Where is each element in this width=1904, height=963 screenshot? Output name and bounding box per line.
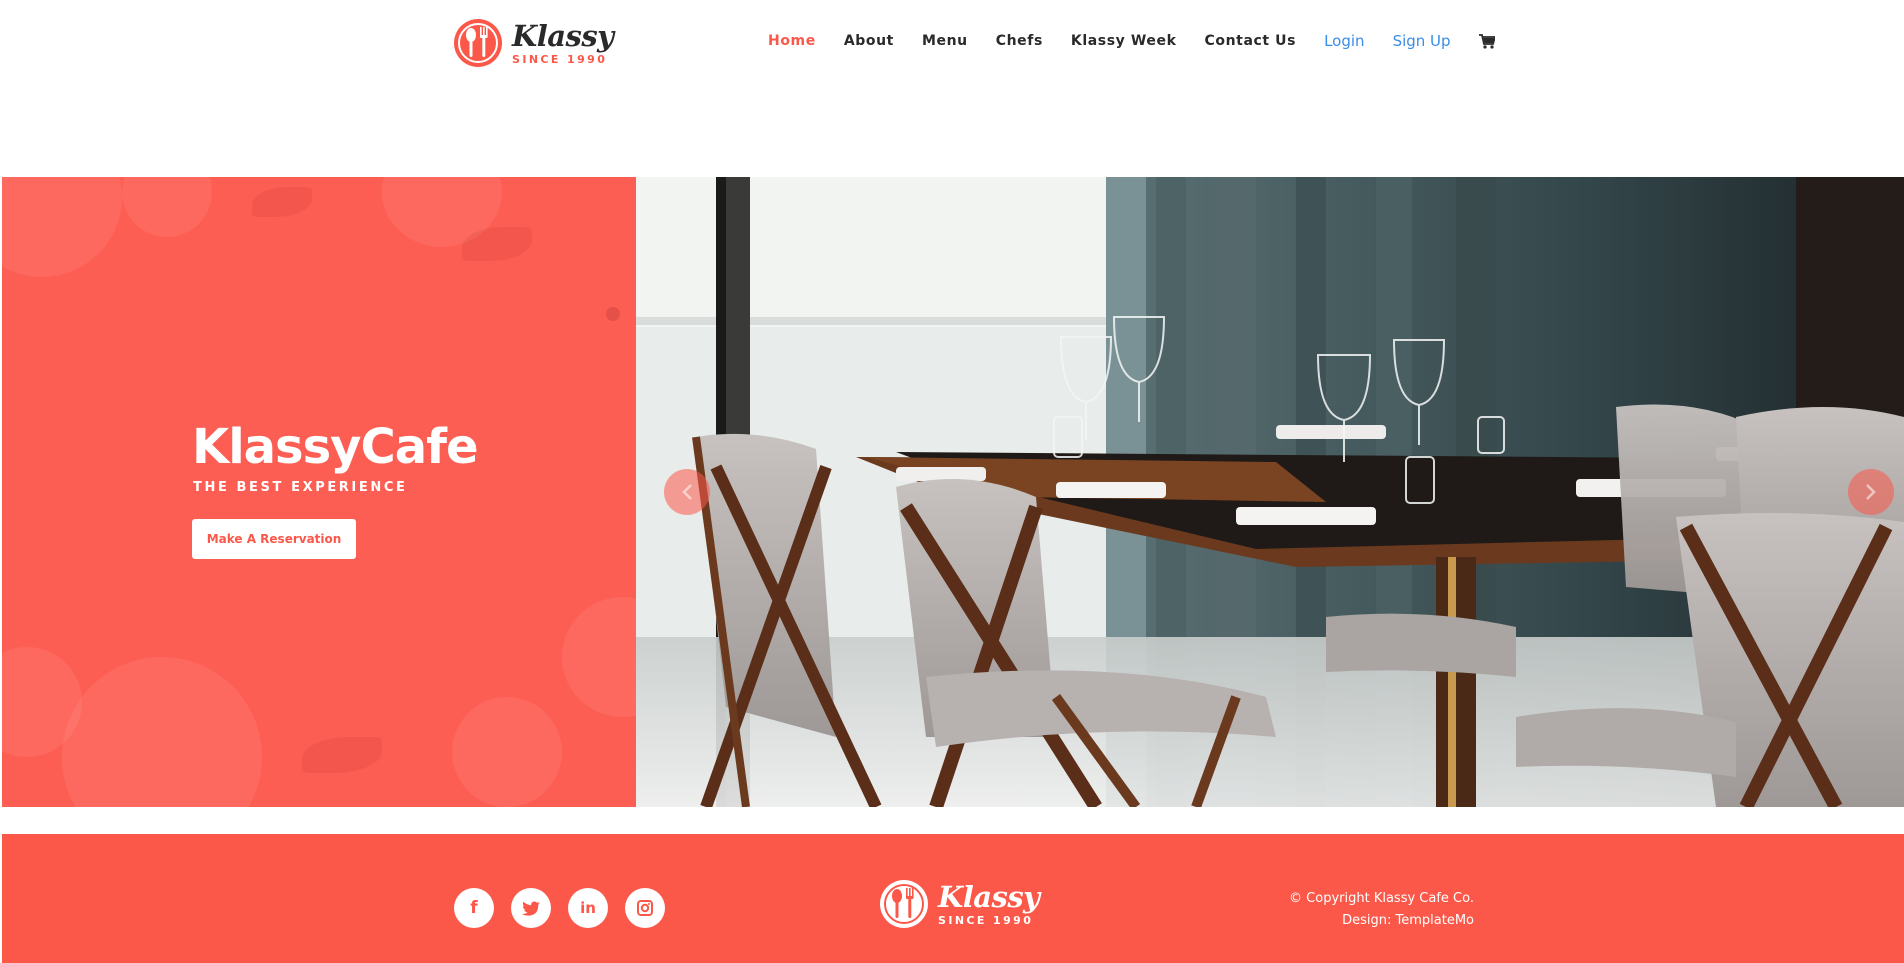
site-footer: f in Klassy SINCE 1990 © Copyright Klass… (2, 834, 1904, 963)
decor-dot (606, 307, 620, 321)
hero-text-panel: KlassyCafe THE BEST EXPERIENCE Make A Re… (2, 177, 636, 807)
facebook-glyph: f (470, 898, 478, 918)
footer-logo[interactable]: Klassy SINCE 1990 (878, 878, 1040, 930)
social-links: f in (454, 888, 682, 928)
facebook-icon[interactable]: f (454, 888, 494, 928)
nav-chefs[interactable]: Chefs (996, 33, 1043, 49)
signup-link[interactable]: Sign Up (1393, 32, 1451, 50)
chevron-right-icon (1866, 484, 1876, 500)
decor-leaf (302, 737, 382, 773)
linkedin-glyph: in (580, 899, 596, 917)
nav-contact-us[interactable]: Contact Us (1205, 33, 1297, 49)
decor-fruit (62, 657, 262, 807)
hero-title: KlassyCafe (192, 419, 479, 475)
site-logo[interactable]: Klassy SINCE 1990 (452, 15, 614, 71)
carousel-prev-button[interactable] (664, 469, 710, 515)
logo-text: Klassy SINCE 1990 (512, 18, 614, 66)
login-link[interactable]: Login (1324, 32, 1364, 50)
nav-klassy-week[interactable]: Klassy Week (1071, 33, 1177, 49)
restaurant-interior-illustration (636, 177, 1904, 807)
twitter-bird-icon (522, 900, 540, 916)
instagram-camera-icon (637, 900, 653, 916)
main-nav: Home About Menu Chefs Klassy Week Contac… (740, 0, 1495, 82)
carousel-next-button[interactable] (1848, 469, 1894, 515)
footer-logo-wordmark: Klassy (938, 879, 1040, 914)
nav-home[interactable]: Home (768, 33, 816, 49)
footer-logo-text: Klassy SINCE 1990 (938, 879, 1040, 927)
design-credit: Design: TemplateMo (1342, 913, 1474, 928)
chevron-left-icon (682, 484, 692, 500)
hero-restaurant-image (636, 177, 1904, 807)
copyright-block: © Copyright Klassy Cafe Co. Design: Temp… (1289, 888, 1474, 932)
decor-leaf (252, 187, 312, 217)
linkedin-icon[interactable]: in (568, 888, 608, 928)
make-reservation-button[interactable]: Make A Reservation (192, 519, 356, 559)
footer-logo-since: SINCE 1990 (938, 913, 1034, 927)
instagram-icon[interactable] (625, 888, 665, 928)
twitter-icon[interactable] (511, 888, 551, 928)
decor-fruit (562, 597, 636, 717)
site-header: Klassy SINCE 1990 Home About Menu Chefs … (0, 0, 1904, 82)
logo-spoon-fork-icon (454, 19, 502, 67)
copyright-text: © Copyright Klassy Cafe Co. (1289, 891, 1474, 906)
shopping-cart-icon[interactable] (1478, 33, 1495, 49)
hero-section: KlassyCafe THE BEST EXPERIENCE Make A Re… (2, 177, 1904, 807)
nav-about[interactable]: About (844, 33, 894, 49)
decor-fruit (452, 697, 562, 807)
decor-fruit (122, 177, 212, 237)
nav-menu[interactable]: Menu (922, 33, 968, 49)
logo-wordmark: Klassy (512, 18, 614, 53)
decor-fruit (2, 177, 122, 277)
hero-subtitle: THE BEST EXPERIENCE (193, 480, 408, 495)
footer-logo-spoon-fork-icon (880, 880, 928, 928)
logo-since: SINCE 1990 (512, 52, 608, 66)
